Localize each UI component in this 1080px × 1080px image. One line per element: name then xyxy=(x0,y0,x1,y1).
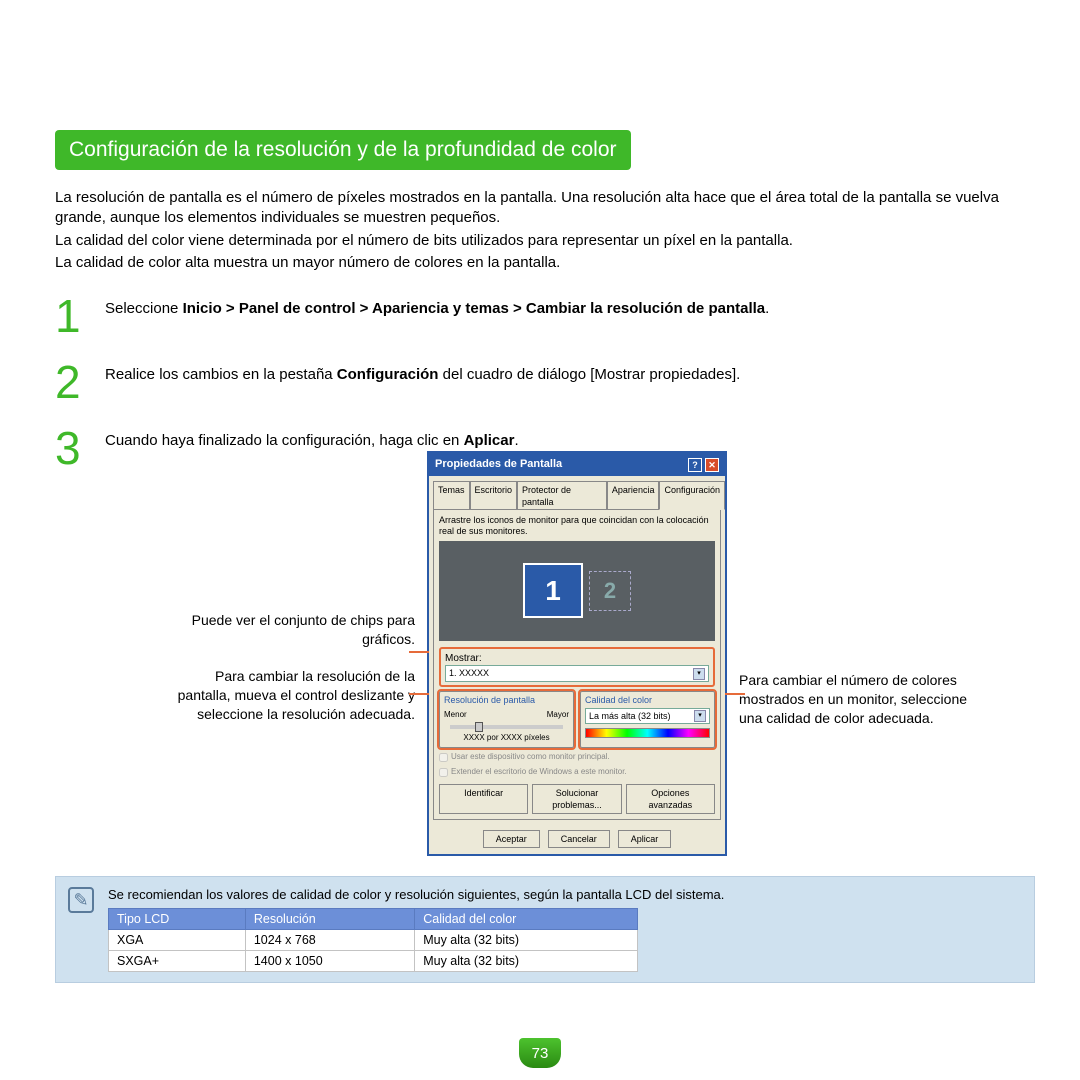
resolution-slider[interactable] xyxy=(450,725,563,729)
step-2-text: Realice los cambios en la pestaña Config… xyxy=(105,359,1035,405)
intro-text: La resolución de pantalla es el número d… xyxy=(55,188,1035,273)
checkbox-icon xyxy=(439,753,448,762)
tab-temas[interactable]: Temas xyxy=(433,481,470,510)
apply-button[interactable]: Aplicar xyxy=(618,830,672,848)
monitor-2-icon[interactable]: 2 xyxy=(589,571,631,611)
tab-content: Arrastre los iconos de monitor para que … xyxy=(433,509,721,820)
color-value: La más alta (32 bits) xyxy=(589,710,671,722)
dialog-title-bar[interactable]: Propiedades de Pantalla ? ✕ xyxy=(429,453,725,476)
color-dropdown[interactable]: La más alta (32 bits) ▾ xyxy=(585,708,710,724)
color-quality-group: Calidad del color La más alta (32 bits) … xyxy=(580,691,715,749)
th-calidad: Calidad del color xyxy=(415,909,638,930)
table-row: XGA 1024 x 768 Muy alta (32 bits) xyxy=(109,930,638,951)
display-value: 1. XXXXX xyxy=(449,667,489,679)
th-tipo-lcd: Tipo LCD xyxy=(109,909,246,930)
resolution-group-title: Resolución de pantalla xyxy=(444,694,569,706)
chevron-down-icon[interactable]: ▾ xyxy=(694,710,706,722)
step-1: 1 Seleccione Inicio > Panel de control >… xyxy=(55,293,1035,339)
callout-graphics-chip: Puede ver el conjunto de chips para gráf… xyxy=(160,611,415,649)
drag-instruction: Arrastre los iconos de monitor para que … xyxy=(439,515,715,537)
steps-list: 1 Seleccione Inicio > Panel de control >… xyxy=(55,293,1035,856)
step-3-text: Cuando haya finalizado la configuración,… xyxy=(105,425,1035,856)
page-title: Configuración de la resolución y de la p… xyxy=(55,130,631,170)
page-number-badge: 73 xyxy=(519,1038,561,1068)
close-icon[interactable]: ✕ xyxy=(705,458,719,472)
spec-table: Tipo LCD Resolución Calidad del color XG… xyxy=(108,908,638,972)
callout-resolution-slider: Para cambiar la resolución de la pantall… xyxy=(160,667,415,724)
resolution-value: XXXX por XXXX píxeles xyxy=(444,733,569,744)
intro-p3: La calidad de color alta muestra un mayo… xyxy=(55,253,1035,273)
display-label: Mostrar: xyxy=(445,652,709,666)
monitor-preview-area[interactable]: 1 2 xyxy=(439,541,715,641)
identify-button[interactable]: Identificar xyxy=(439,784,528,814)
dialog-title-text: Propiedades de Pantalla xyxy=(435,457,562,472)
ok-button[interactable]: Aceptar xyxy=(483,830,540,848)
slider-min-label: Menor xyxy=(444,710,467,721)
dialog-tabs: Temas Escritorio Protector de pantalla A… xyxy=(429,476,725,509)
tab-protector[interactable]: Protector de pantalla xyxy=(517,481,607,510)
cancel-button[interactable]: Cancelar xyxy=(548,830,610,848)
display-dropdown[interactable]: 1. XXXXX ▾ xyxy=(445,665,709,681)
help-icon[interactable]: ? xyxy=(688,458,702,472)
display-select-group: Mostrar: 1. XXXXX ▾ xyxy=(439,647,715,687)
resolution-group: Resolución de pantalla Menor Mayor XXXX … xyxy=(439,691,574,749)
tab-apariencia[interactable]: Apariencia xyxy=(607,481,660,510)
callout-connector-icon xyxy=(725,693,745,695)
tab-configuracion[interactable]: Configuración xyxy=(659,481,725,510)
step-number-2: 2 xyxy=(55,359,90,405)
checkbox-primary-monitor: Usar este dispositivo como monitor princ… xyxy=(439,752,715,763)
step-number-1: 1 xyxy=(55,293,90,339)
callout-connector-icon xyxy=(409,693,429,695)
step-3: 3 Cuando haya finalizado la configuració… xyxy=(55,425,1035,856)
troubleshoot-button[interactable]: Solucionar problemas... xyxy=(532,784,621,814)
chevron-down-icon[interactable]: ▾ xyxy=(693,668,705,680)
advanced-button[interactable]: Opciones avanzadas xyxy=(626,784,715,814)
intro-p2: La calidad del color viene determinada p… xyxy=(55,231,1035,251)
tab-escritorio[interactable]: Escritorio xyxy=(470,481,518,510)
step-1-text: Seleccione Inicio > Panel de control > A… xyxy=(105,293,1035,339)
table-row: SXGA+ 1400 x 1050 Muy alta (32 bits) xyxy=(109,951,638,972)
display-properties-dialog: Propiedades de Pantalla ? ✕ Temas Escrit… xyxy=(427,451,727,856)
step-2: 2 Realice los cambios en la pestaña Conf… xyxy=(55,359,1035,405)
callout-connector-icon xyxy=(409,651,429,653)
checkbox-icon xyxy=(439,768,448,777)
slider-thumb-icon[interactable] xyxy=(475,722,483,732)
note-text: Se recomiendan los valores de calidad de… xyxy=(108,887,1022,902)
color-group-title: Calidad del color xyxy=(585,694,710,706)
pencil-icon: ✎ xyxy=(68,887,94,913)
slider-max-label: Mayor xyxy=(547,710,569,721)
color-spectrum-icon xyxy=(585,728,710,738)
monitor-1-icon[interactable]: 1 xyxy=(523,563,583,618)
intro-p1: La resolución de pantalla es el número d… xyxy=(55,188,1035,229)
th-resolucion: Resolución xyxy=(245,909,414,930)
callout-color-quality: Para cambiar el número de colores mostra… xyxy=(739,671,979,728)
step-number-3: 3 xyxy=(55,425,90,856)
checkbox-extend-desktop: Extender el escritorio de Windows a este… xyxy=(439,767,715,778)
note-box: ✎ Se recomiendan los valores de calidad … xyxy=(55,876,1035,983)
